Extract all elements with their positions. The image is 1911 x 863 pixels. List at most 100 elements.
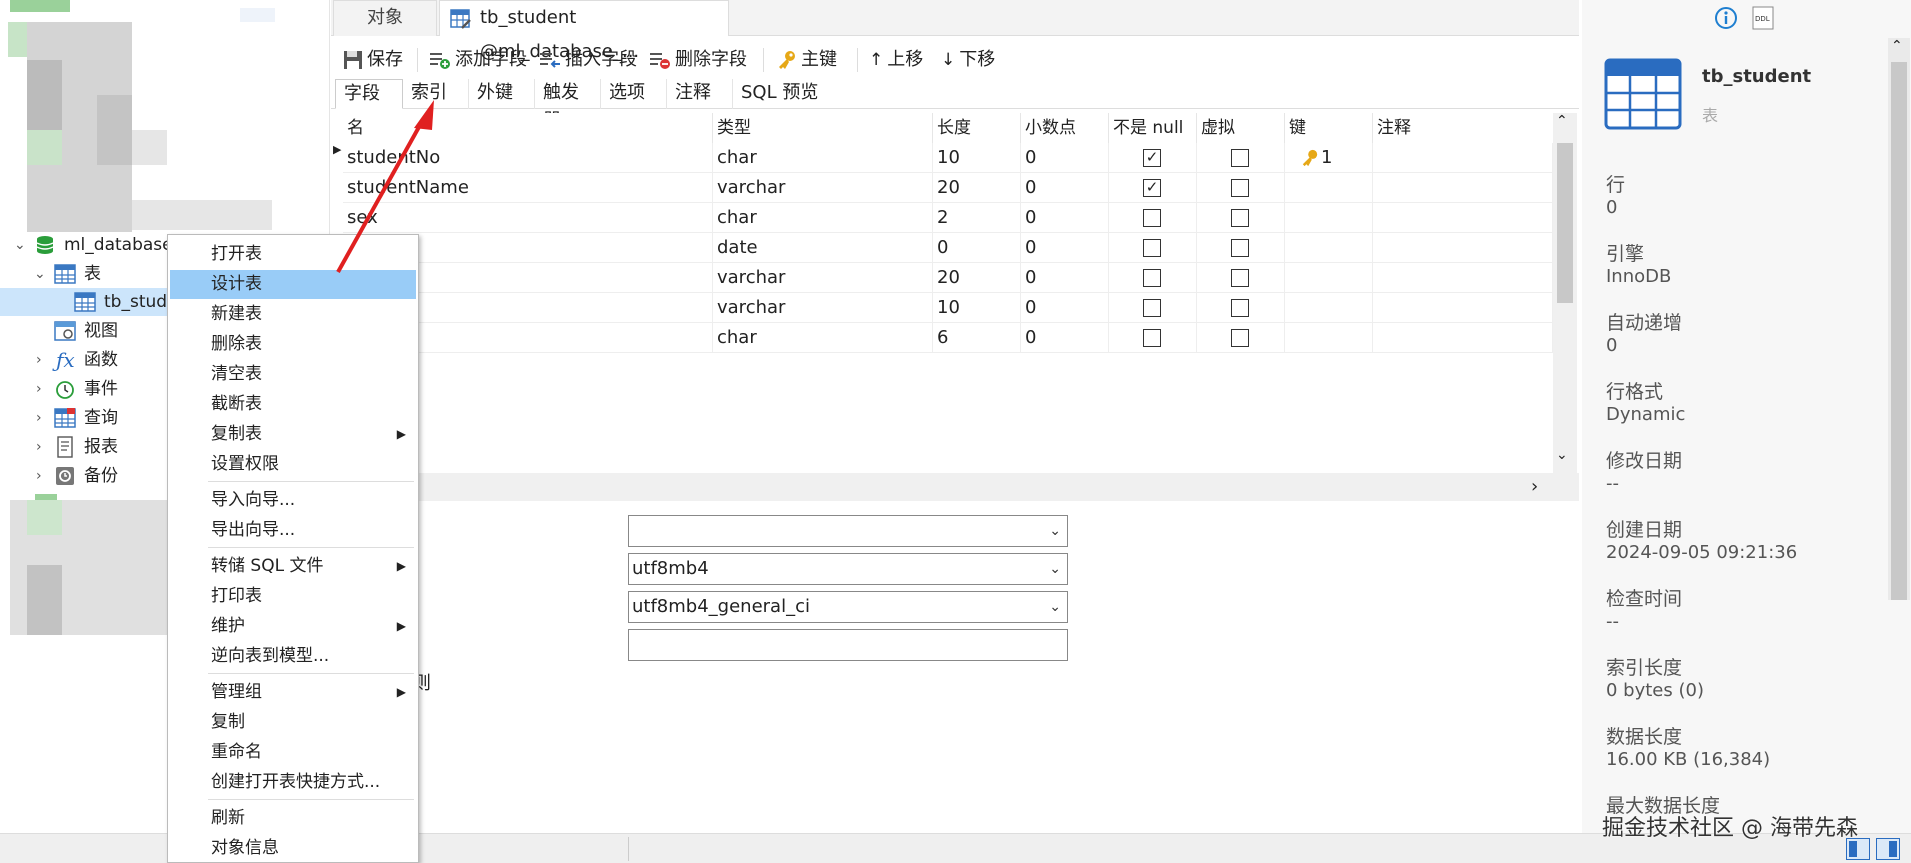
cell-comment[interactable] — [1373, 323, 1553, 353]
table-row[interactable]: char 6 0 — [343, 323, 1553, 353]
info-icon[interactable] — [1714, 6, 1738, 30]
column-header[interactable]: 注释 — [1373, 113, 1553, 143]
ddl-icon[interactable]: DDL — [1752, 6, 1774, 30]
cell-key[interactable] — [1285, 293, 1373, 323]
not-null-checkbox[interactable] — [1143, 269, 1161, 287]
add-field-button[interactable]: 添加字段 — [429, 46, 527, 74]
cell-length[interactable]: 0 — [933, 233, 1021, 263]
menu-item[interactable]: 设计表 — [170, 270, 416, 299]
virtual-checkbox[interactable] — [1231, 209, 1249, 227]
not-null-checkbox[interactable]: ✓ — [1143, 179, 1161, 197]
move-up-button[interactable]: ↑ 上移 — [869, 46, 923, 74]
collation-dropdown[interactable]: utf8mb4_general_ci ⌄ — [628, 591, 1068, 623]
cell-type[interactable]: date — [713, 233, 933, 263]
not-null-checkbox[interactable] — [1143, 329, 1161, 347]
cell-type[interactable]: varchar — [713, 173, 933, 203]
chevron-down-icon[interactable]: ⌄ — [14, 231, 26, 259]
cell-decimal[interactable]: 0 — [1021, 293, 1109, 323]
menu-item[interactable]: 刷新 — [170, 804, 416, 833]
column-header[interactable]: 不是 null — [1109, 113, 1197, 143]
cell-virtual[interactable] — [1197, 233, 1285, 263]
cell-not-null[interactable] — [1109, 293, 1197, 323]
chevron-up-icon[interactable]: ⌃ — [1556, 113, 1568, 129]
cell-not-null[interactable]: ✓ — [1109, 143, 1197, 173]
chevron-down-icon[interactable]: ⌄ — [34, 260, 46, 288]
cell-key[interactable]: 1 — [1285, 143, 1373, 173]
table-row[interactable]: varchar 10 0 — [343, 293, 1553, 323]
cell-decimal[interactable]: 0 — [1021, 263, 1109, 293]
virtual-checkbox[interactable] — [1231, 269, 1249, 287]
cell-key[interactable] — [1285, 323, 1373, 353]
column-header[interactable]: 小数点 — [1021, 113, 1109, 143]
chevron-right-icon[interactable]: › — [36, 462, 42, 490]
cell-not-null[interactable] — [1109, 233, 1197, 263]
cell-virtual[interactable] — [1197, 203, 1285, 233]
chevron-up-icon[interactable]: ⌃ — [1891, 38, 1903, 54]
cell-virtual[interactable] — [1197, 263, 1285, 293]
chevron-right-icon[interactable]: › — [36, 375, 42, 403]
virtual-checkbox[interactable] — [1231, 329, 1249, 347]
cell-not-null[interactable] — [1109, 263, 1197, 293]
chevron-right-icon[interactable]: › — [36, 346, 42, 374]
not-null-checkbox[interactable] — [1143, 299, 1161, 317]
menu-item[interactable]: 删除表 — [170, 330, 416, 359]
menu-item[interactable]: 管理组 ▶ — [170, 678, 416, 707]
menu-item[interactable]: 重命名 — [170, 738, 416, 767]
subtab-triggers[interactable]: 触发器 — [535, 79, 601, 131]
not-null-checkbox[interactable] — [1143, 239, 1161, 257]
table-row[interactable]: varchar 20 0 — [343, 263, 1553, 293]
context-menu[interactable]: 打开表 设计表 新建表 删除表 清空表 截断表 复制表 ▶ 设置权限 导入向导... 导出向导...… — [167, 234, 419, 863]
tab-table-design[interactable]: tb_student @ml_database_... — [439, 0, 729, 62]
menu-item[interactable]: 打印表 — [170, 582, 416, 611]
cell-not-null[interactable]: ✓ — [1109, 173, 1197, 203]
cell-length[interactable]: 10 — [933, 143, 1021, 173]
menu-item[interactable]: 对象信息 — [170, 834, 416, 863]
cell-type[interactable]: char — [713, 143, 933, 173]
cell-length[interactable]: 10 — [933, 293, 1021, 323]
cell-comment[interactable] — [1373, 293, 1553, 323]
column-header[interactable]: 长度 — [933, 113, 1021, 143]
chevron-down-icon[interactable]: ⌄ — [1556, 447, 1568, 463]
delete-field-button[interactable]: 删除字段 — [649, 46, 747, 74]
cell-virtual[interactable] — [1197, 293, 1285, 323]
cell-comment[interactable] — [1373, 203, 1553, 233]
subtab-fields[interactable]: 字段 — [335, 79, 403, 109]
cell-comment[interactable] — [1373, 143, 1553, 173]
virtual-checkbox[interactable] — [1231, 299, 1249, 317]
menu-item[interactable]: 复制表 ▶ — [170, 420, 416, 449]
table-row[interactable]: sex char 2 0 — [343, 203, 1553, 233]
chevron-right-icon[interactable]: › — [36, 433, 42, 461]
cell-name[interactable]: studentName — [343, 173, 713, 203]
cell-name[interactable]: studentNo — [343, 143, 713, 173]
info-scrollbar[interactable]: ⌃ — [1888, 38, 1910, 600]
cell-name[interactable]: sex — [343, 203, 713, 233]
cell-length[interactable]: 2 — [933, 203, 1021, 233]
fields-grid[interactable]: 名 类型 长度 小数点 不是 null 虚拟 键 注释 studentNo cha… — [333, 113, 1553, 473]
charset-dropdown[interactable]: utf8mb4 ⌄ — [628, 553, 1068, 585]
cell-type[interactable]: char — [713, 203, 933, 233]
cell-decimal[interactable]: 0 — [1021, 233, 1109, 263]
chevron-right-icon[interactable]: › — [1531, 476, 1538, 497]
cell-not-null[interactable] — [1109, 203, 1197, 233]
menu-item[interactable]: 新建表 — [170, 300, 416, 329]
cell-key[interactable] — [1285, 263, 1373, 293]
cell-virtual[interactable] — [1197, 323, 1285, 353]
menu-item[interactable]: 创建打开表快捷方式... — [170, 768, 416, 797]
column-header[interactable]: 类型 — [713, 113, 933, 143]
layout-toggle-right[interactable] — [1876, 838, 1900, 860]
cell-virtual[interactable] — [1197, 143, 1285, 173]
virtual-checkbox[interactable] — [1231, 149, 1249, 167]
cell-not-null[interactable] — [1109, 323, 1197, 353]
not-null-checkbox[interactable] — [1143, 209, 1161, 227]
menu-item[interactable]: 打开表 — [170, 240, 416, 269]
primary-key-button[interactable]: 主键 — [777, 46, 837, 74]
chevron-right-icon[interactable]: › — [36, 404, 42, 432]
save-button[interactable]: 保存 — [343, 46, 403, 74]
cell-length[interactable]: 20 — [933, 263, 1021, 293]
menu-item[interactable]: 逆向表到模型... — [170, 642, 416, 671]
cell-comment[interactable] — [1373, 233, 1553, 263]
menu-item[interactable]: 导入向导... — [170, 486, 416, 515]
cell-key[interactable] — [1285, 203, 1373, 233]
column-header[interactable]: 键 — [1285, 113, 1373, 143]
virtual-checkbox[interactable] — [1231, 239, 1249, 257]
